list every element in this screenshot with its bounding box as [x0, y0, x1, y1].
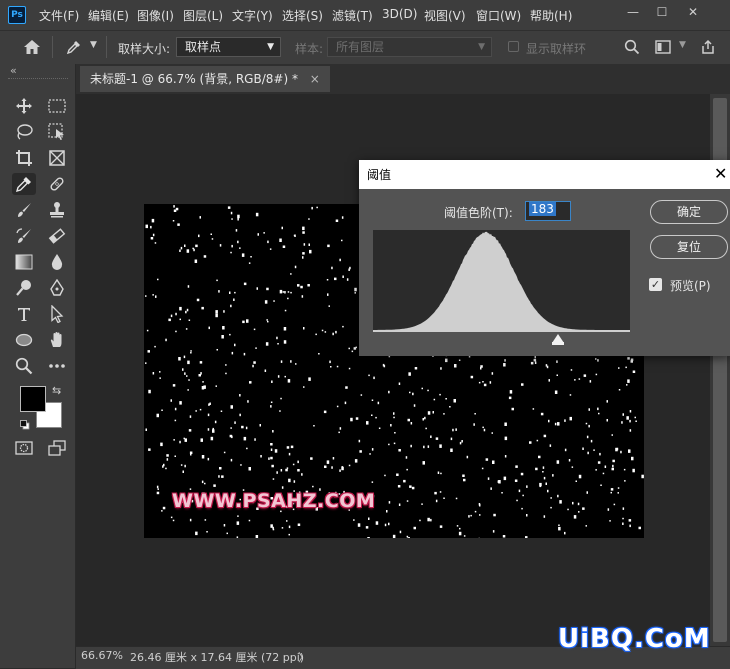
show-ring-label: 显示取样环 [526, 40, 586, 57]
stamp-tool-icon[interactable] [45, 199, 69, 221]
histogram-shape [373, 232, 630, 332]
object-select-tool-icon[interactable] [45, 121, 69, 143]
pen-tool-icon[interactable] [45, 277, 69, 299]
dialog-titlebar[interactable] [359, 160, 730, 189]
share-icon[interactable] [696, 36, 720, 58]
close-window-button[interactable]: ✕ [680, 3, 706, 21]
menu-type[interactable]: 文字(Y) [232, 7, 273, 24]
document-tab-title: 未标题-1 @ 66.7% (背景, RGB/8#) * [90, 72, 298, 86]
home-icon[interactable] [20, 36, 44, 58]
menu-select[interactable]: 选择(S) [282, 7, 323, 24]
chevron-down-icon: ▼ [267, 38, 274, 56]
menu-file[interactable]: 文件(F) [39, 7, 79, 24]
sample-label: 样本: [295, 40, 323, 57]
dialog-title: 阈值 [367, 166, 391, 183]
threshold-level-input[interactable]: 183 [525, 201, 571, 221]
threshold-level-value: 183 [529, 202, 556, 216]
sample-dropdown[interactable]: 所有图层 ▼ [327, 37, 492, 57]
frame-tool-icon[interactable] [45, 147, 69, 169]
menu-filter[interactable]: 滤镜(T) [332, 7, 373, 24]
zoom-tool-icon[interactable] [12, 355, 36, 377]
chevron-down-icon[interactable]: ▼ [679, 40, 686, 50]
histogram [373, 230, 630, 332]
type-tool-icon[interactable] [12, 303, 36, 325]
chevron-down-icon: ▼ [478, 38, 485, 56]
ok-button[interactable]: 确定 [650, 200, 728, 224]
sample-size-value: 取样点 [185, 40, 221, 54]
dodge-tool-icon[interactable] [12, 277, 36, 299]
eyedropper-tool-icon[interactable] [12, 173, 36, 195]
toolbar-grip [8, 78, 68, 81]
healing-brush-tool-icon[interactable] [45, 173, 69, 195]
hand-tool-icon[interactable] [45, 329, 69, 351]
menu-edit[interactable]: 编辑(E) [88, 7, 129, 24]
marquee-tool-icon[interactable] [45, 95, 69, 117]
swap-colors-icon[interactable]: ⇆ [52, 384, 61, 397]
quick-mask-icon[interactable] [12, 437, 36, 459]
ellipse-tool-icon[interactable] [12, 329, 36, 351]
separator [106, 36, 107, 58]
collapse-panel-icon[interactable]: « [10, 64, 17, 77]
more-tools-icon[interactable] [45, 355, 69, 377]
histogram-plot [373, 230, 630, 332]
move-tool-icon[interactable] [12, 95, 36, 117]
threshold-level-label: 阈值色阶(T): [444, 204, 513, 221]
close-tab-icon[interactable]: × [310, 72, 320, 86]
sample-size-dropdown[interactable]: 取样点 ▼ [176, 37, 281, 57]
gradient-tool-icon[interactable] [12, 251, 36, 273]
document-tab[interactable]: 未标题-1 @ 66.7% (背景, RGB/8#) * × [80, 66, 330, 92]
menu-window[interactable]: 窗口(W) [476, 7, 521, 24]
preview-checkbox[interactable]: ✓ [649, 278, 662, 291]
path-select-tool-icon[interactable] [45, 303, 69, 325]
watermark-text: WWW.PSAHZ.COM [172, 490, 375, 512]
menu-view[interactable]: 视图(V) [424, 7, 466, 24]
brush-tool-icon[interactable] [12, 199, 36, 221]
search-icon[interactable] [620, 36, 644, 58]
screen-mode-icon[interactable] [45, 437, 69, 459]
chevron-down-icon[interactable]: ▼ [90, 40, 97, 50]
show-ring-checkbox[interactable] [508, 41, 519, 52]
threshold-slider-base [552, 342, 564, 345]
reset-button[interactable]: 复位 [650, 235, 728, 259]
maximize-button[interactable]: ☐ [649, 3, 675, 21]
minimize-button[interactable]: — [620, 3, 646, 21]
foreground-color-swatch[interactable] [20, 386, 46, 412]
eraser-tool-icon[interactable] [45, 225, 69, 247]
menu-layer[interactable]: 图层(L) [183, 7, 223, 24]
workspace-icon[interactable] [651, 36, 675, 58]
lasso-tool-icon[interactable] [12, 121, 36, 143]
sample-size-label: 取样大小: [118, 40, 170, 57]
blur-tool-icon[interactable] [45, 251, 69, 273]
menu-image[interactable]: 图像(I) [137, 7, 174, 24]
site-logo: UiBQ.CoM [558, 624, 711, 654]
separator [52, 36, 53, 58]
sample-value: 所有图层 [336, 40, 384, 54]
eyedropper-tool-preset-icon[interactable] [62, 36, 86, 58]
status-menu-arrow-icon[interactable]: 〉 [298, 649, 309, 665]
menu-3d[interactable]: 3D(D) [382, 7, 417, 21]
crop-tool-icon[interactable] [12, 147, 36, 169]
dialog-close-icon[interactable]: ✕ [714, 164, 727, 183]
history-brush-tool-icon[interactable] [12, 225, 36, 247]
photoshop-logo-icon: Ps [8, 6, 26, 24]
menu-help[interactable]: 帮助(H) [530, 7, 572, 24]
zoom-level[interactable]: 66.67% [81, 649, 123, 662]
preview-label: 预览(P) [670, 277, 711, 294]
document-size: 26.46 厘米 x 17.64 厘米 (72 ppi) [130, 649, 304, 665]
default-colors-icon[interactable] [20, 419, 30, 433]
